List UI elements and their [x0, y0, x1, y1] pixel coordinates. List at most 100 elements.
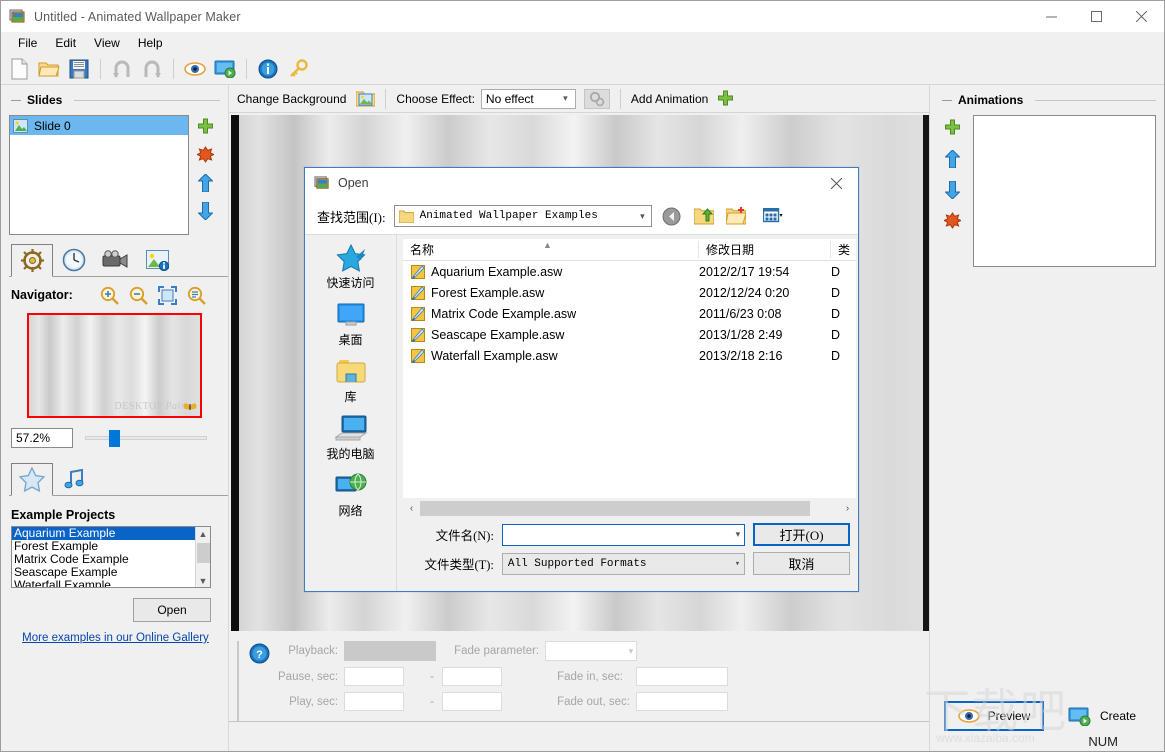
- maximize-button[interactable]: [1074, 1, 1119, 32]
- effect-settings-gears-icon[interactable]: [584, 89, 610, 109]
- zoom-slider[interactable]: [85, 429, 207, 447]
- up-one-level-icon[interactable]: [692, 204, 716, 228]
- place-network[interactable]: 网络: [309, 471, 393, 519]
- tab-music[interactable]: [53, 462, 95, 495]
- menu-file[interactable]: File: [9, 34, 46, 52]
- add-animation-button[interactable]: [944, 119, 961, 136]
- dialog-close-button[interactable]: [814, 168, 858, 198]
- move-slide-down-button[interactable]: [197, 202, 214, 219]
- tab-video-camera[interactable]: [95, 243, 137, 276]
- chevron-down-icon[interactable]: ▾: [736, 529, 741, 540]
- dialog-open-button[interactable]: 打开(O): [753, 523, 850, 546]
- fade-in-label: Fade in, sec:: [545, 671, 630, 683]
- examples-list[interactable]: Aquarium Example Forest Example Matrix C…: [11, 526, 211, 588]
- examples-scrollbar[interactable]: ▲ ▼: [195, 527, 210, 587]
- move-animation-up-button[interactable]: [944, 150, 961, 167]
- menu-edit[interactable]: Edit: [46, 34, 85, 52]
- save-floppy-icon[interactable]: [65, 55, 93, 83]
- column-type[interactable]: 类: [831, 241, 856, 258]
- slide-list-item[interactable]: Slide 0: [10, 116, 188, 135]
- undo-arrow-icon[interactable]: [108, 55, 136, 83]
- file-row[interactable]: Seascape Example.asw 2013/1/28 2:49 D: [403, 324, 856, 345]
- file-name-input[interactable]: ▾: [502, 524, 745, 546]
- file-list[interactable]: 名称 修改日期 类 ▲ Aquarium Example.asw 2012/2/…: [403, 239, 856, 498]
- playback-combobox[interactable]: ▾: [344, 641, 436, 661]
- delete-animation-button[interactable]: [944, 212, 961, 229]
- pause-to-input[interactable]: [442, 667, 502, 686]
- effect-combobox[interactable]: No effect ▾: [481, 89, 576, 109]
- zoom-out-icon[interactable]: [124, 284, 153, 306]
- close-button[interactable]: [1119, 1, 1164, 32]
- place-desktop[interactable]: 桌面: [309, 300, 393, 348]
- delete-slide-button[interactable]: [197, 146, 214, 163]
- hscroll-thumb[interactable]: [420, 501, 810, 516]
- tab-clock[interactable]: [53, 243, 95, 276]
- zoom-in-icon[interactable]: [95, 284, 124, 306]
- tab-examples-star[interactable]: [11, 463, 53, 496]
- column-modified[interactable]: 修改日期: [699, 241, 831, 258]
- look-in-combobox[interactable]: Animated Wallpaper Examples ▾: [394, 205, 652, 227]
- fade-parameter-combobox[interactable]: ▾: [545, 641, 637, 661]
- add-animation-label[interactable]: Add Animation: [631, 92, 708, 106]
- move-slide-up-button[interactable]: [197, 174, 214, 191]
- place-libraries[interactable]: 库: [309, 357, 393, 405]
- scrollbar-thumb[interactable]: [197, 543, 210, 563]
- dialog-cancel-button[interactable]: 取消: [753, 552, 850, 575]
- play-from-input[interactable]: [344, 692, 404, 711]
- scroll-left-icon[interactable]: ‹: [403, 503, 420, 514]
- navigator-thumbnail[interactable]: DESKTOP Paints: [27, 313, 202, 418]
- new-folder-icon[interactable]: [724, 204, 748, 228]
- file-row[interactable]: Matrix Code Example.asw 2011/6/23 0:08 D: [403, 303, 856, 324]
- look-in-label: 查找范围(I):: [317, 207, 386, 226]
- create-button[interactable]: Create: [1052, 701, 1152, 731]
- zoom-slider-thumb[interactable]: [109, 430, 120, 447]
- preview-eye-icon[interactable]: [181, 55, 209, 83]
- pause-label: Pause, sec:: [278, 671, 338, 683]
- blue-question-icon[interactable]: ?: [249, 643, 270, 664]
- file-list-hscrollbar[interactable]: ‹ ›: [403, 500, 856, 517]
- green-plus-icon[interactable]: [717, 90, 734, 107]
- minimize-button[interactable]: [1029, 1, 1074, 32]
- view-mode-icon[interactable]: [756, 204, 790, 228]
- file-row[interactable]: Aquarium Example.asw 2012/2/17 19:54 D: [403, 261, 856, 282]
- scroll-down-icon[interactable]: ▼: [199, 574, 208, 587]
- open-folder-icon[interactable]: [35, 55, 63, 83]
- zoom-value-input[interactable]: 57.2%: [11, 428, 73, 448]
- animations-list[interactable]: [973, 115, 1156, 267]
- scroll-right-icon[interactable]: ›: [839, 503, 856, 514]
- change-background-label[interactable]: Change Background: [237, 92, 346, 106]
- fit-to-screen-icon[interactable]: [153, 284, 182, 306]
- play-to-input[interactable]: [442, 692, 502, 711]
- hscroll-track[interactable]: [420, 501, 839, 516]
- example-item[interactable]: Waterfall Example: [12, 579, 210, 588]
- pause-from-input[interactable]: [344, 667, 404, 686]
- scroll-up-icon[interactable]: ▲: [199, 527, 208, 540]
- fade-out-input[interactable]: [636, 692, 728, 711]
- slides-list[interactable]: Slide 0: [9, 115, 189, 235]
- place-quick-access[interactable]: 快速访问: [309, 243, 393, 291]
- key-icon[interactable]: [284, 55, 312, 83]
- preview-button[interactable]: Preview: [944, 701, 1044, 731]
- file-type-combobox[interactable]: All Supported Formats ▾: [502, 553, 745, 575]
- menu-help[interactable]: Help: [129, 34, 172, 52]
- place-label: 快速访问: [326, 274, 374, 291]
- actual-size-icon[interactable]: [182, 284, 211, 306]
- fade-in-input[interactable]: [636, 667, 728, 686]
- move-animation-down-button[interactable]: [944, 181, 961, 198]
- back-icon[interactable]: [660, 204, 684, 228]
- menu-view[interactable]: View: [85, 34, 129, 52]
- info-icon[interactable]: [254, 55, 282, 83]
- new-document-icon[interactable]: [5, 55, 33, 83]
- tab-image-info[interactable]: [137, 243, 179, 276]
- place-my-computer[interactable]: 我的电脑: [309, 414, 393, 462]
- pause-dash: -: [428, 671, 436, 683]
- redo-arrow-icon[interactable]: [138, 55, 166, 83]
- picture-folder-icon[interactable]: [356, 90, 375, 107]
- tab-settings-wheel[interactable]: [11, 244, 53, 277]
- add-slide-button[interactable]: [197, 118, 214, 135]
- file-row[interactable]: Forest Example.asw 2012/12/24 0:20 D: [403, 282, 856, 303]
- monitor-play-icon[interactable]: [211, 55, 239, 83]
- open-example-button[interactable]: Open: [133, 598, 211, 622]
- online-gallery-link[interactable]: More examples in our Online Gallery: [11, 632, 220, 644]
- file-row[interactable]: Waterfall Example.asw 2013/2/18 2:16 D: [403, 345, 856, 366]
